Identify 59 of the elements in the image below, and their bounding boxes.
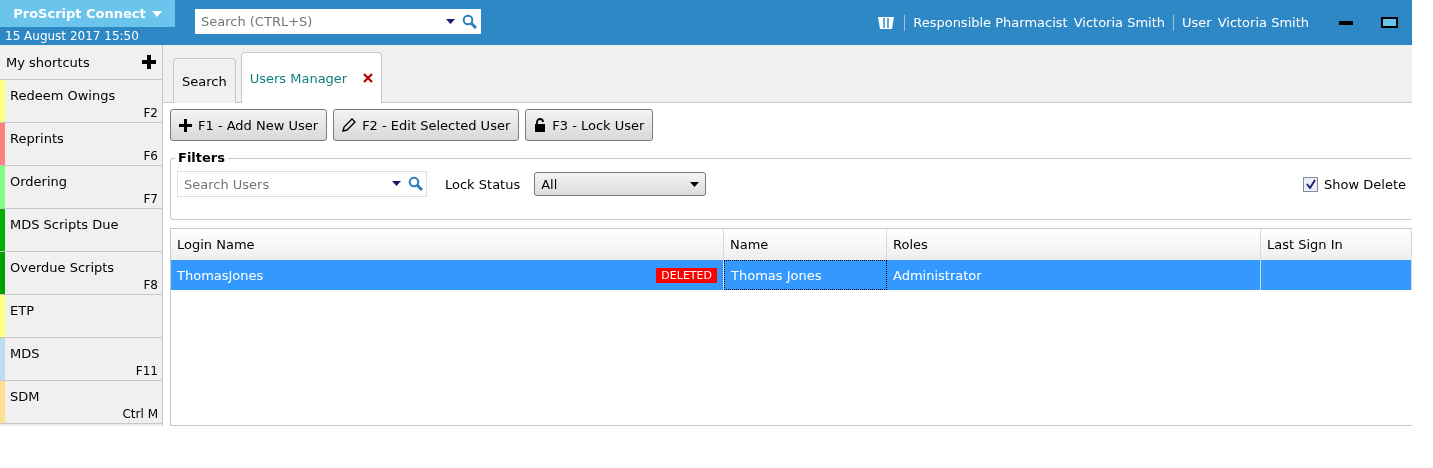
toolbar-button[interactable]: F1 - Add New User (170, 109, 328, 141)
shortcut-item[interactable]: MDS Scripts Due (0, 209, 162, 252)
shortcut-label: MDS (10, 346, 40, 361)
search-icon (408, 176, 423, 191)
lock-status-dropdown[interactable]: All (534, 172, 707, 196)
shortcut-item[interactable]: Ordering F7 (0, 166, 162, 209)
shortcut-key: F11 (135, 364, 158, 378)
search-field[interactable]: Search Users (177, 171, 427, 197)
shortcut-label: Redeem Owings (10, 88, 116, 103)
shortcut-item[interactable]: MDS F11 (0, 338, 162, 381)
plus-icon (179, 118, 192, 132)
close-icon[interactable] (363, 73, 374, 83)
filters-title: Filters (175, 150, 228, 165)
search-icon (462, 14, 477, 29)
shortcut-label: MDS Scripts Due (10, 217, 119, 232)
register-icon (876, 15, 897, 30)
tab[interactable]: Search (173, 58, 236, 103)
shortcut-key: F6 (143, 149, 158, 163)
user-name: Victoria Smith (1217, 15, 1309, 30)
responsible-name: Victoria Smith (1073, 15, 1165, 30)
lock-icon (534, 118, 547, 132)
shortcut-label: Ordering (10, 174, 68, 189)
minimize-button[interactable] (1339, 20, 1353, 25)
add-icon[interactable] (142, 55, 156, 69)
shortcut-item[interactable]: SDM Ctrl M (0, 381, 162, 424)
dropdown-caret-icon (392, 181, 401, 186)
table-cell: Administrator (887, 260, 1261, 290)
checkbox-label: Show Delete (1324, 176, 1406, 192)
shortcut-key: Ctrl M (122, 407, 158, 421)
shortcut-item[interactable]: Overdue Scripts F8 (0, 252, 162, 295)
lock-status-label: Lock Status (445, 176, 521, 192)
shortcut-key: F2 (143, 106, 158, 120)
table-cell: Thomas Jones (724, 260, 887, 290)
shortcut-label: Overdue Scripts (10, 260, 115, 275)
shortcut-label: SDM (10, 389, 40, 404)
date-time: 15 August 2017 15:50 (4, 28, 140, 45)
shortcut-item[interactable]: Reprints F6 (0, 123, 162, 166)
table-cell: ThomasJones (177, 267, 264, 283)
tab[interactable]: Users Manager (240, 52, 383, 103)
pencil-icon (342, 118, 357, 132)
caret-icon (690, 181, 700, 187)
responsible-label: Responsible Pharmacist (913, 15, 1068, 30)
shortcut-label: Reprints (10, 131, 64, 146)
user-label: User (1182, 15, 1212, 30)
dropdown-caret-icon (446, 19, 455, 24)
shortcut-item[interactable]: ETP (0, 295, 162, 338)
shortcut-key: F8 (143, 278, 158, 292)
deleted-badge: DELETED (656, 267, 717, 283)
shortcut-label: ETP (10, 303, 34, 318)
checkbox[interactable] (1303, 176, 1319, 192)
shortcut-item[interactable]: Redeem Owings F2 (0, 80, 162, 123)
shortcut-key: F7 (143, 192, 158, 206)
search-field[interactable]: Search (CTRL+S) (195, 9, 481, 34)
table-row[interactable]: ThomasJones DELETED Thomas Jones Administrator (171, 260, 1412, 290)
caret-icon (151, 10, 162, 17)
toolbar-button[interactable]: F2 - Edit Selected User (333, 109, 520, 141)
sidebar-title: My shortcuts (6, 54, 90, 70)
maximize-button[interactable] (1381, 17, 1398, 28)
toolbar-button[interactable]: F3 - Lock User (525, 109, 654, 141)
